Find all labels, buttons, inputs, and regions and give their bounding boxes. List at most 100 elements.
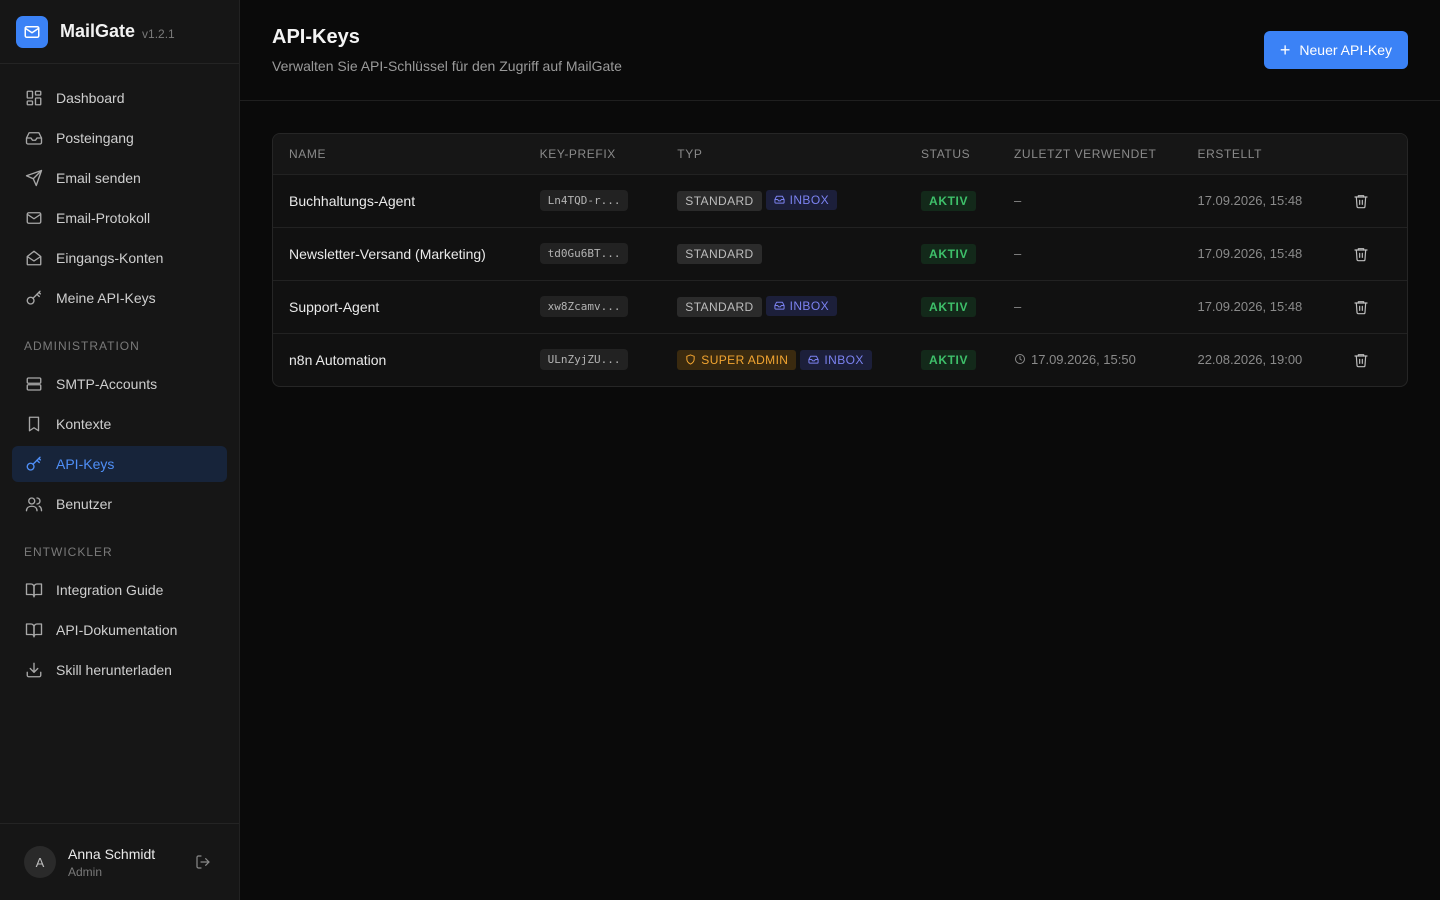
sidebar-item-label: Meine API-Keys bbox=[56, 290, 156, 306]
nav-section-administration: ADMINISTRATION bbox=[24, 339, 140, 353]
table-row: n8n Automation ULnZyjZU... SUPER ADMIN IN… bbox=[273, 333, 1407, 386]
trash-icon[interactable] bbox=[1347, 187, 1375, 215]
brand-version: v1.2.1 bbox=[142, 26, 175, 41]
last-used: 17.09.2026, 15:50 bbox=[1014, 352, 1136, 367]
sidebar-item-api-keys[interactable]: API-Keys bbox=[12, 446, 227, 482]
super-admin-label: SUPER ADMIN bbox=[701, 352, 789, 367]
new-api-key-button[interactable]: + Neuer API-Key bbox=[1263, 31, 1408, 69]
created-date: 17.09.2026, 15:48 bbox=[1197, 246, 1303, 261]
type-badge: STANDARD bbox=[677, 191, 762, 212]
sidebar-nav: Dashboard Posteingang Email senden Email… bbox=[0, 64, 239, 688]
sidebar-item-label: Posteingang bbox=[56, 130, 134, 146]
created-date: 17.09.2026, 15:48 bbox=[1197, 299, 1303, 314]
page-subtitle: Verwalten Sie API-Schlüssel für den Zugr… bbox=[272, 58, 622, 74]
sidebar-item-label: Email senden bbox=[56, 170, 141, 186]
inbox-icon bbox=[808, 356, 819, 364]
status-badge: AKTIV bbox=[921, 190, 977, 211]
send-icon bbox=[24, 168, 44, 188]
user-name: Anna Schmidt bbox=[68, 845, 156, 862]
page-header: API-Keys Verwalten Sie API-Schlüssel für… bbox=[240, 0, 1440, 101]
sidebar-item-label: Dashboard bbox=[56, 90, 125, 106]
table-row: Support-Agent xw8Zcamv... STANDARD INBOX … bbox=[273, 280, 1407, 333]
inbox-icon bbox=[774, 196, 785, 204]
key-icon bbox=[24, 288, 44, 308]
last-used: – bbox=[1014, 299, 1022, 314]
table-row: Newsletter-Versand (Marketing) td0Gu6BT.… bbox=[273, 227, 1407, 280]
sidebar-item-posteingang[interactable]: Posteingang bbox=[12, 120, 227, 156]
sidebar-item-benutzer[interactable]: Benutzer bbox=[12, 486, 227, 522]
shield-icon bbox=[686, 354, 695, 365]
new-api-key-label: Neuer API-Key bbox=[1299, 42, 1392, 58]
sidebar-item-eingangs-konten[interactable]: Eingangs-Konten bbox=[12, 240, 227, 276]
mail-open-icon bbox=[24, 248, 44, 268]
mail-logo-icon bbox=[16, 15, 48, 48]
nav-section-entwickler: ENTWICKLER bbox=[24, 545, 113, 559]
inbox-badge: INBOX bbox=[765, 189, 837, 210]
column-header-created: ERSTELLT bbox=[1197, 146, 1263, 161]
book-icon bbox=[24, 580, 44, 600]
api-keys-table: NAME KEY-PREFIX TYP STATUS ZULETZT VERWE… bbox=[272, 133, 1408, 387]
sidebar-item-meine-api-keys[interactable]: Meine API-Keys bbox=[12, 280, 227, 316]
sidebar-item-email-senden[interactable]: Email senden bbox=[12, 160, 227, 196]
clock-icon bbox=[1015, 354, 1025, 364]
type-badge: STANDARD bbox=[677, 243, 762, 264]
key-name: Buchhaltungs-Agent bbox=[289, 192, 416, 209]
key-prefix: ULnZyjZU... bbox=[539, 349, 629, 371]
column-header-key-prefix: KEY-PREFIX bbox=[539, 146, 616, 161]
super-admin-badge: SUPER ADMIN bbox=[677, 349, 797, 370]
column-header-actions bbox=[1331, 134, 1407, 174]
sidebar-item-label: Skill herunterladen bbox=[56, 662, 172, 678]
avatar: A bbox=[24, 846, 56, 878]
inbox-icon bbox=[24, 128, 44, 148]
sidebar-item-skill-herunterladen[interactable]: Skill herunterladen bbox=[12, 652, 227, 688]
trash-icon[interactable] bbox=[1347, 240, 1375, 268]
last-used: – bbox=[1014, 193, 1022, 208]
inbox-badge: INBOX bbox=[800, 349, 872, 370]
key-prefix: Ln4TQD-r... bbox=[539, 190, 629, 211]
trash-icon[interactable] bbox=[1347, 346, 1375, 374]
column-header-name: NAME bbox=[289, 146, 327, 161]
sidebar-item-email-protokoll[interactable]: Email-Protokoll bbox=[12, 200, 227, 236]
plus-icon: + bbox=[1279, 40, 1291, 60]
status-badge: AKTIV bbox=[921, 296, 977, 317]
column-header-status: STATUS bbox=[921, 146, 971, 161]
key-prefix: xw8Zcamv... bbox=[539, 296, 629, 317]
inbox-badge-label: INBOX bbox=[824, 352, 864, 367]
page-title: API-Keys bbox=[272, 26, 360, 48]
download-icon bbox=[24, 660, 44, 680]
key-name: Support-Agent bbox=[289, 298, 380, 315]
sidebar-item-label: API-Keys bbox=[56, 456, 115, 472]
table-row: Buchhaltungs-Agent Ln4TQD-r... STANDARD I… bbox=[273, 174, 1407, 227]
sidebar-item-smtp-accounts[interactable]: SMTP-Accounts bbox=[12, 366, 227, 402]
sidebar-item-api-dokumentation[interactable]: API-Dokumentation bbox=[12, 612, 227, 648]
trash-icon[interactable] bbox=[1347, 293, 1375, 321]
sidebar-item-label: Kontexte bbox=[56, 416, 112, 432]
user-info: Anna Schmidt Admin bbox=[68, 846, 191, 879]
sidebar-item-dashboard[interactable]: Dashboard bbox=[12, 80, 227, 116]
column-header-typ: TYP bbox=[677, 146, 703, 161]
sidebar-item-label: Integration Guide bbox=[56, 582, 164, 598]
users-icon bbox=[24, 494, 44, 514]
bookmark-icon bbox=[24, 414, 44, 434]
user-panel: A Anna Schmidt Admin bbox=[0, 823, 239, 900]
last-used: – bbox=[1014, 246, 1022, 261]
main-content: API-Keys Verwalten Sie API-Schlüssel für… bbox=[240, 0, 1440, 900]
inbox-badge-label: INBOX bbox=[789, 192, 829, 207]
sidebar-item-label: Email-Protokoll bbox=[56, 210, 151, 226]
logout-icon[interactable] bbox=[191, 850, 215, 874]
key-name: Newsletter-Versand (Marketing) bbox=[289, 245, 486, 262]
key-icon bbox=[24, 454, 44, 474]
inbox-badge: INBOX bbox=[765, 295, 837, 316]
type-badge: STANDARD bbox=[677, 297, 762, 318]
sidebar-item-kontexte[interactable]: Kontexte bbox=[12, 406, 227, 442]
created-date: 22.08.2026, 19:00 bbox=[1197, 352, 1303, 368]
brand-name: MailGate bbox=[60, 21, 136, 41]
sidebar-item-label: Eingangs-Konten bbox=[56, 250, 164, 266]
key-prefix: td0Gu6BT... bbox=[539, 243, 629, 264]
grid-icon bbox=[24, 88, 44, 108]
sidebar-item-label: API-Dokumentation bbox=[56, 622, 178, 638]
inbox-badge-label: INBOX bbox=[789, 298, 829, 313]
key-name: n8n Automation bbox=[289, 351, 387, 368]
sidebar-item-integration-guide[interactable]: Integration Guide bbox=[12, 572, 227, 608]
sidebar: MailGate v1.2.1 Dashboard Posteingang Em… bbox=[0, 0, 240, 900]
